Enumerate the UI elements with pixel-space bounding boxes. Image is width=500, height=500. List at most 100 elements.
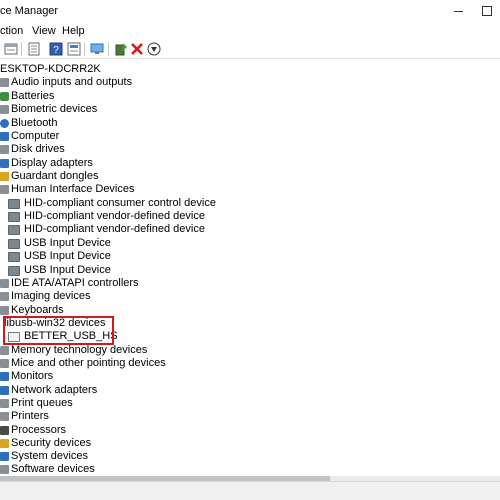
category-label: Print queues	[11, 397, 73, 409]
camera-icon	[0, 292, 9, 301]
category-network[interactable]: Network adapters	[0, 384, 97, 397]
device-usb-input-1[interactable]: USB Input Device	[8, 237, 111, 250]
ide-controller-icon	[0, 279, 9, 288]
category-label: Human Interface Devices	[11, 183, 135, 195]
speaker-icon	[0, 78, 9, 87]
category-label: Bluetooth	[11, 117, 58, 129]
mouse-icon	[0, 359, 9, 368]
category-monitors[interactable]: Monitors	[0, 370, 53, 383]
security-key-icon	[0, 439, 9, 448]
minimize-icon[interactable]	[445, 0, 471, 22]
device-tree[interactable]: ESKTOP-KDCRR2K Audio inputs and outputs …	[0, 60, 500, 476]
menu-help[interactable]: Help	[62, 25, 85, 37]
category-display[interactable]: Display adapters	[0, 157, 93, 170]
monitor-icon[interactable]	[90, 42, 104, 56]
dongle-icon	[0, 172, 9, 181]
show-hidden-icon[interactable]	[4, 42, 18, 56]
help-icon[interactable]: ?	[49, 42, 63, 56]
category-label: System devices	[11, 450, 89, 462]
category-label: Biometric devices	[11, 103, 98, 115]
category-system[interactable]: System devices	[0, 450, 88, 463]
device-hid-vendor-1[interactable]: HID-compliant vendor-defined device	[8, 210, 205, 223]
device-label: USB Input Device	[24, 264, 111, 276]
update-driver-icon[interactable]	[114, 42, 128, 56]
category-computer[interactable]: Computer	[0, 130, 59, 143]
computer-name: ESKTOP-KDCRR2K	[0, 63, 101, 75]
category-label: Processors	[11, 424, 67, 436]
category-imaging[interactable]: Imaging devices	[0, 290, 91, 303]
computer-icon	[0, 132, 9, 141]
hid-device-icon	[8, 251, 20, 262]
device-hid-consumer[interactable]: HID-compliant consumer control device	[8, 197, 216, 210]
toolbar: ?	[0, 39, 500, 59]
device-label: HID-compliant vendor-defined device	[24, 223, 205, 235]
toolbar-separator	[84, 42, 85, 56]
monitor-icon	[0, 372, 9, 381]
category-label: Imaging devices	[11, 290, 91, 302]
category-audio[interactable]: Audio inputs and outputs	[0, 76, 132, 89]
hid-device-icon	[8, 211, 20, 222]
hid-device-icon	[8, 198, 20, 209]
category-label: Network adapters	[11, 384, 98, 396]
category-label: Disk drives	[11, 143, 65, 155]
device-label: USB Input Device	[24, 237, 111, 249]
hid-device-icon	[8, 238, 20, 249]
category-batteries[interactable]: Batteries	[0, 90, 54, 103]
print-queue-icon	[0, 399, 9, 408]
category-printers[interactable]: Printers	[0, 410, 49, 423]
category-memory[interactable]: Memory technology devices	[0, 344, 147, 357]
keyboard-icon	[0, 306, 9, 315]
category-bluetooth[interactable]: Bluetooth	[0, 117, 57, 130]
category-label: IDE ATA/ATAPI controllers	[11, 277, 139, 289]
processor-icon	[0, 426, 9, 435]
category-software[interactable]: Software devices	[0, 463, 95, 476]
hid-device-icon	[8, 224, 20, 235]
status-bar	[0, 481, 500, 500]
device-usb-input-3[interactable]: USB Input Device	[8, 264, 111, 277]
category-mice[interactable]: Mice and other pointing devices	[0, 357, 166, 370]
device-label: HID-compliant vendor-defined device	[24, 210, 205, 222]
device-label: HID-compliant consumer control device	[24, 197, 216, 209]
menu-bar: ction View Help	[0, 22, 500, 39]
tree-root[interactable]: ESKTOP-KDCRR2K	[0, 63, 101, 76]
category-processors[interactable]: Processors	[0, 424, 66, 437]
category-label: Display adapters	[11, 157, 93, 169]
category-disk-drives[interactable]: Disk drives	[0, 143, 65, 156]
fingerprint-icon	[0, 105, 9, 114]
properties-icon[interactable]	[27, 42, 41, 56]
hid-device-icon	[8, 265, 20, 276]
software-device-icon	[0, 465, 9, 474]
category-label: Printers	[11, 410, 49, 422]
toolbar-separator	[21, 42, 22, 56]
category-hid[interactable]: Human Interface Devices	[0, 183, 135, 196]
title-bar: ce Manager	[0, 0, 500, 22]
device-hid-vendor-2[interactable]: HID-compliant vendor-defined device	[8, 223, 205, 236]
device-label: USB Input Device	[24, 250, 111, 262]
category-security[interactable]: Security devices	[0, 437, 91, 450]
maximize-icon[interactable]	[474, 0, 500, 22]
svg-text:?: ?	[53, 45, 59, 56]
category-label: Guardant dongles	[11, 170, 99, 182]
uninstall-icon[interactable]	[130, 42, 144, 56]
category-label: Audio inputs and outputs	[11, 76, 133, 88]
category-label: Monitors	[11, 370, 54, 382]
category-label: Batteries	[11, 90, 55, 102]
scan-hardware-icon[interactable]	[67, 42, 81, 56]
libusb-icon	[0, 319, 2, 328]
category-label: Computer	[11, 130, 60, 142]
disk-drive-icon	[0, 145, 9, 154]
menu-view[interactable]: View	[32, 25, 56, 37]
window-title: ce Manager	[0, 5, 59, 17]
disable-device-icon[interactable]	[147, 42, 161, 56]
device-usb-input-2[interactable]: USB Input Device	[8, 250, 111, 263]
printer-icon	[0, 412, 9, 421]
category-biometric[interactable]: Biometric devices	[0, 103, 97, 116]
category-label: Mice and other pointing devices	[11, 357, 166, 369]
category-guardant[interactable]: Guardant dongles	[0, 170, 98, 183]
system-device-icon	[0, 452, 9, 461]
bluetooth-icon	[0, 119, 9, 128]
category-print-queues[interactable]: Print queues	[0, 397, 73, 410]
category-ide[interactable]: IDE ATA/ATAPI controllers	[0, 277, 139, 290]
menu-action[interactable]: ction	[0, 25, 23, 37]
memory-icon	[0, 346, 9, 355]
